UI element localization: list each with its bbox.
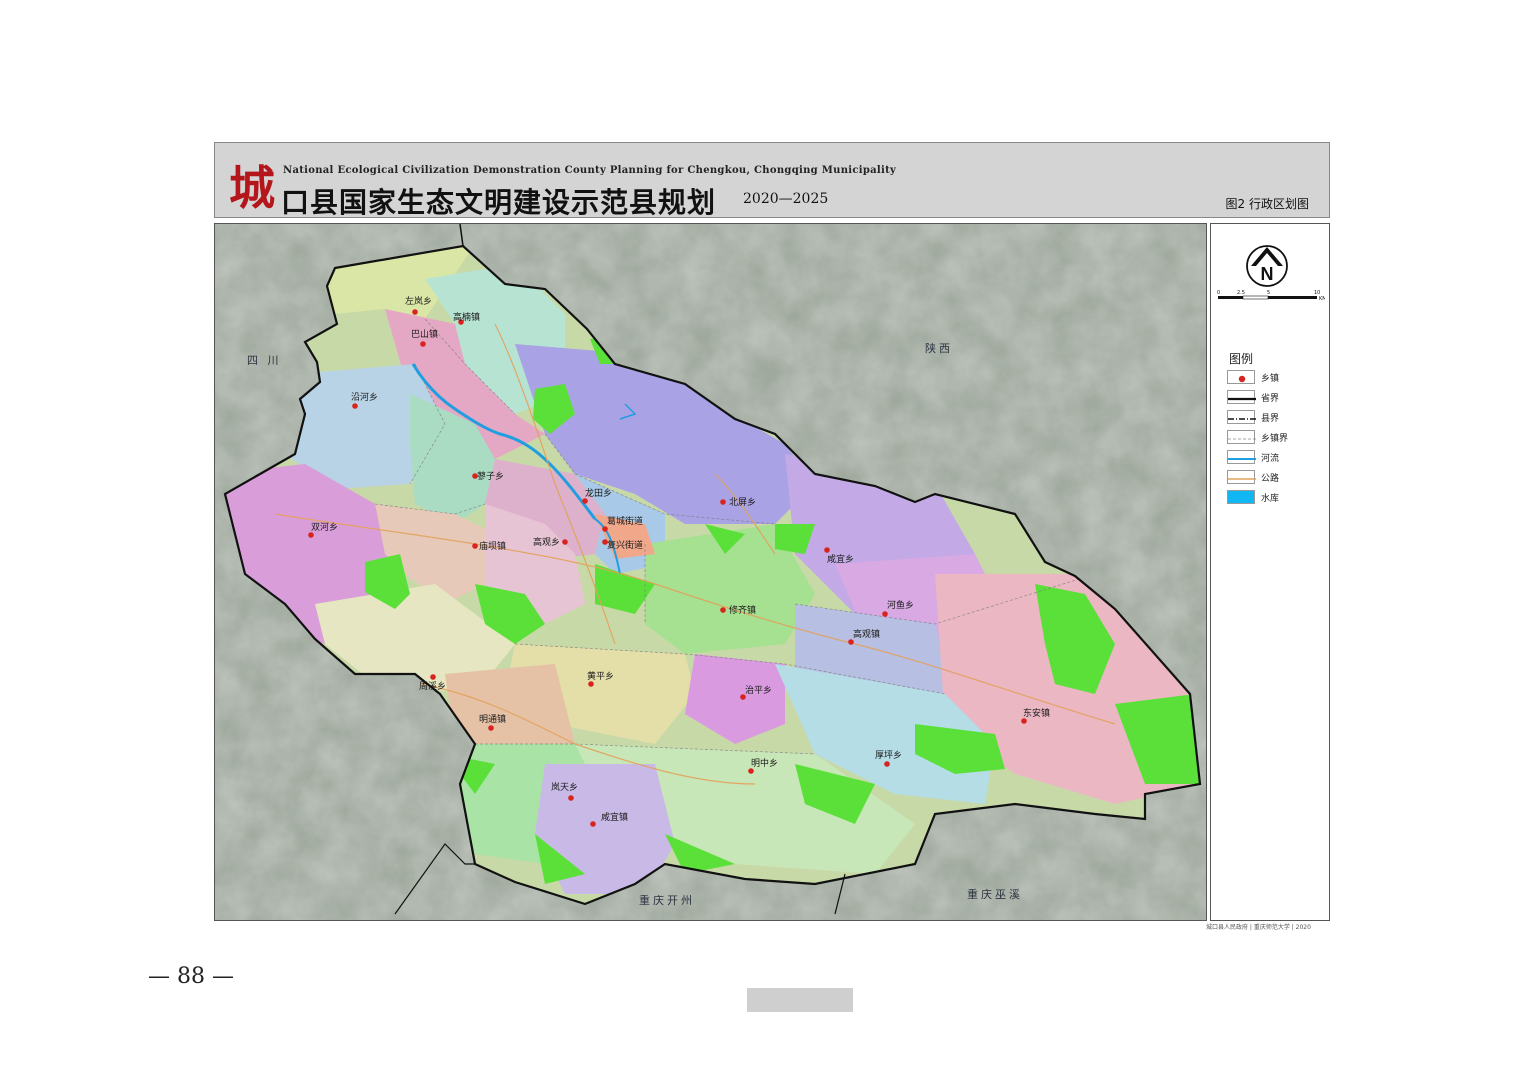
scale-tick-label: 0 — [1217, 290, 1220, 296]
subtitle-english: National Ecological Civilization Demonst… — [283, 165, 897, 176]
legend-swatch — [1227, 410, 1256, 424]
legend-item-township: 乡镇界 — [1227, 430, 1323, 446]
town-dot — [308, 532, 314, 538]
town-label: 高楠镇 — [453, 311, 480, 323]
town-label: 明中乡 — [751, 757, 778, 769]
town-label: 庙坝镇 — [479, 540, 506, 552]
town-dot — [472, 543, 478, 549]
town-dot — [352, 403, 358, 409]
neighbor-sichuan: 四 川 — [247, 354, 282, 367]
legend-label: 乡镇 — [1261, 374, 1280, 384]
scale-unit: KM — [1319, 296, 1325, 302]
legend-label: 水库 — [1261, 494, 1280, 504]
town-label: 岚天乡 — [551, 782, 578, 793]
town-dot — [430, 674, 436, 680]
page-title: 口县国家生态文明建设示范县规划 — [281, 186, 717, 219]
town-dot — [602, 526, 608, 532]
town-dot — [720, 607, 726, 613]
scale-tick-label: 5 — [1267, 290, 1270, 296]
town-label: 厚坪乡 — [875, 750, 902, 761]
town-label: 巴山镇 — [411, 328, 438, 340]
legend-label: 省界 — [1261, 394, 1280, 404]
legend-item-town: 乡镇 — [1227, 370, 1323, 386]
legend-label: 公路 — [1261, 474, 1280, 484]
page-tab-marker — [747, 988, 853, 1012]
town-dot — [748, 768, 754, 774]
town-label: 龙田乡 — [585, 487, 612, 499]
legend-item-county: 县界 — [1227, 410, 1323, 426]
neighbor-kaizhou: 重庆开州 — [639, 893, 695, 907]
scale-bar: 0 2.5 5 10 KM — [1217, 290, 1325, 302]
town-label: 葛城街道 — [607, 515, 643, 527]
legend-swatch — [1227, 390, 1256, 404]
town-label: 黄平乡 — [587, 670, 614, 682]
town-label: 咸宜乡 — [827, 553, 854, 565]
town-dot — [568, 795, 574, 801]
town-label: 东安镇 — [1023, 707, 1050, 719]
legend-label: 县界 — [1261, 414, 1280, 424]
town-label: 高观乡 — [533, 536, 560, 548]
map-frame: 四 川 陕西 重庆开州 重庆巫溪 左岚乡 高楠镇 巴山镇 沿河乡 蓼子乡 北屏乡… — [214, 223, 1207, 921]
legend-title: 图例 — [1229, 352, 1254, 366]
county-map: 四 川 陕西 重庆开州 重庆巫溪 左岚乡 高楠镇 巴山镇 沿河乡 蓼子乡 北屏乡… — [215, 224, 1206, 920]
town-dot — [882, 611, 888, 617]
town-dot — [420, 341, 426, 347]
town-label: 治平乡 — [745, 684, 772, 696]
town-label: 河鱼乡 — [887, 599, 914, 611]
town-label: 双河乡 — [311, 521, 338, 533]
legend-swatch — [1227, 370, 1255, 384]
town-label: 高观镇 — [853, 628, 880, 640]
legend-label: 乡镇界 — [1261, 434, 1289, 444]
legend-swatch — [1227, 450, 1256, 464]
neighbor-shaanxi: 陕西 — [925, 341, 953, 355]
town-label: 咸宜镇 — [601, 811, 628, 823]
town-label: 沿河乡 — [351, 391, 378, 403]
page-number: — 88 — — [148, 964, 234, 989]
town-dot — [588, 681, 594, 687]
title-years: 2020—2025 — [743, 191, 829, 207]
town-dot — [848, 639, 854, 645]
figure-label: 图2 行政区划图 — [1225, 197, 1309, 211]
town-label: 左岚乡 — [405, 295, 432, 307]
legend-swatch — [1227, 430, 1256, 444]
neighbor-wuxi: 重庆巫溪 — [967, 887, 1023, 901]
town-label: 修齐镇 — [729, 604, 756, 616]
logo-character: 城 — [229, 161, 275, 215]
legend-item-province: 省界 — [1227, 390, 1323, 406]
map-header: 城 National Ecological Civilization Demon… — [214, 142, 1330, 219]
town-label: 明通镇 — [479, 713, 506, 725]
legend-panel: N 0 2.5 5 10 KM 图例 乡镇 省界 县界 乡镇界 河流 公路 水库 — [1210, 223, 1330, 921]
legend-swatch — [1227, 470, 1256, 484]
town-label: 周溪乡 — [419, 680, 446, 692]
town-label: 复兴街道 — [607, 539, 643, 551]
town-label: 北屏乡 — [729, 497, 756, 508]
town-dot — [824, 547, 830, 553]
town-dot — [412, 309, 418, 315]
map-credit: 城口县人民政府 | 重庆师范大学 | 2020 — [1206, 924, 1311, 931]
north-arrow-icon: N — [1246, 245, 1288, 287]
town-dot — [562, 539, 568, 545]
town-dot — [582, 498, 588, 504]
legend-item-reservoir: 水库 — [1227, 490, 1323, 506]
scale-tick-label: 2.5 — [1237, 290, 1245, 296]
legend-label: 河流 — [1261, 454, 1280, 464]
town-dot — [590, 821, 596, 827]
legend-item-river: 河流 — [1227, 450, 1323, 466]
town-dot — [488, 725, 494, 731]
north-label: N — [1261, 264, 1274, 284]
town-dot — [884, 761, 890, 767]
town-dot — [720, 499, 726, 505]
town-label: 蓼子乡 — [477, 470, 504, 482]
legend-item-road: 公路 — [1227, 470, 1323, 486]
town-dot — [1021, 718, 1027, 724]
legend-swatch — [1227, 490, 1255, 504]
